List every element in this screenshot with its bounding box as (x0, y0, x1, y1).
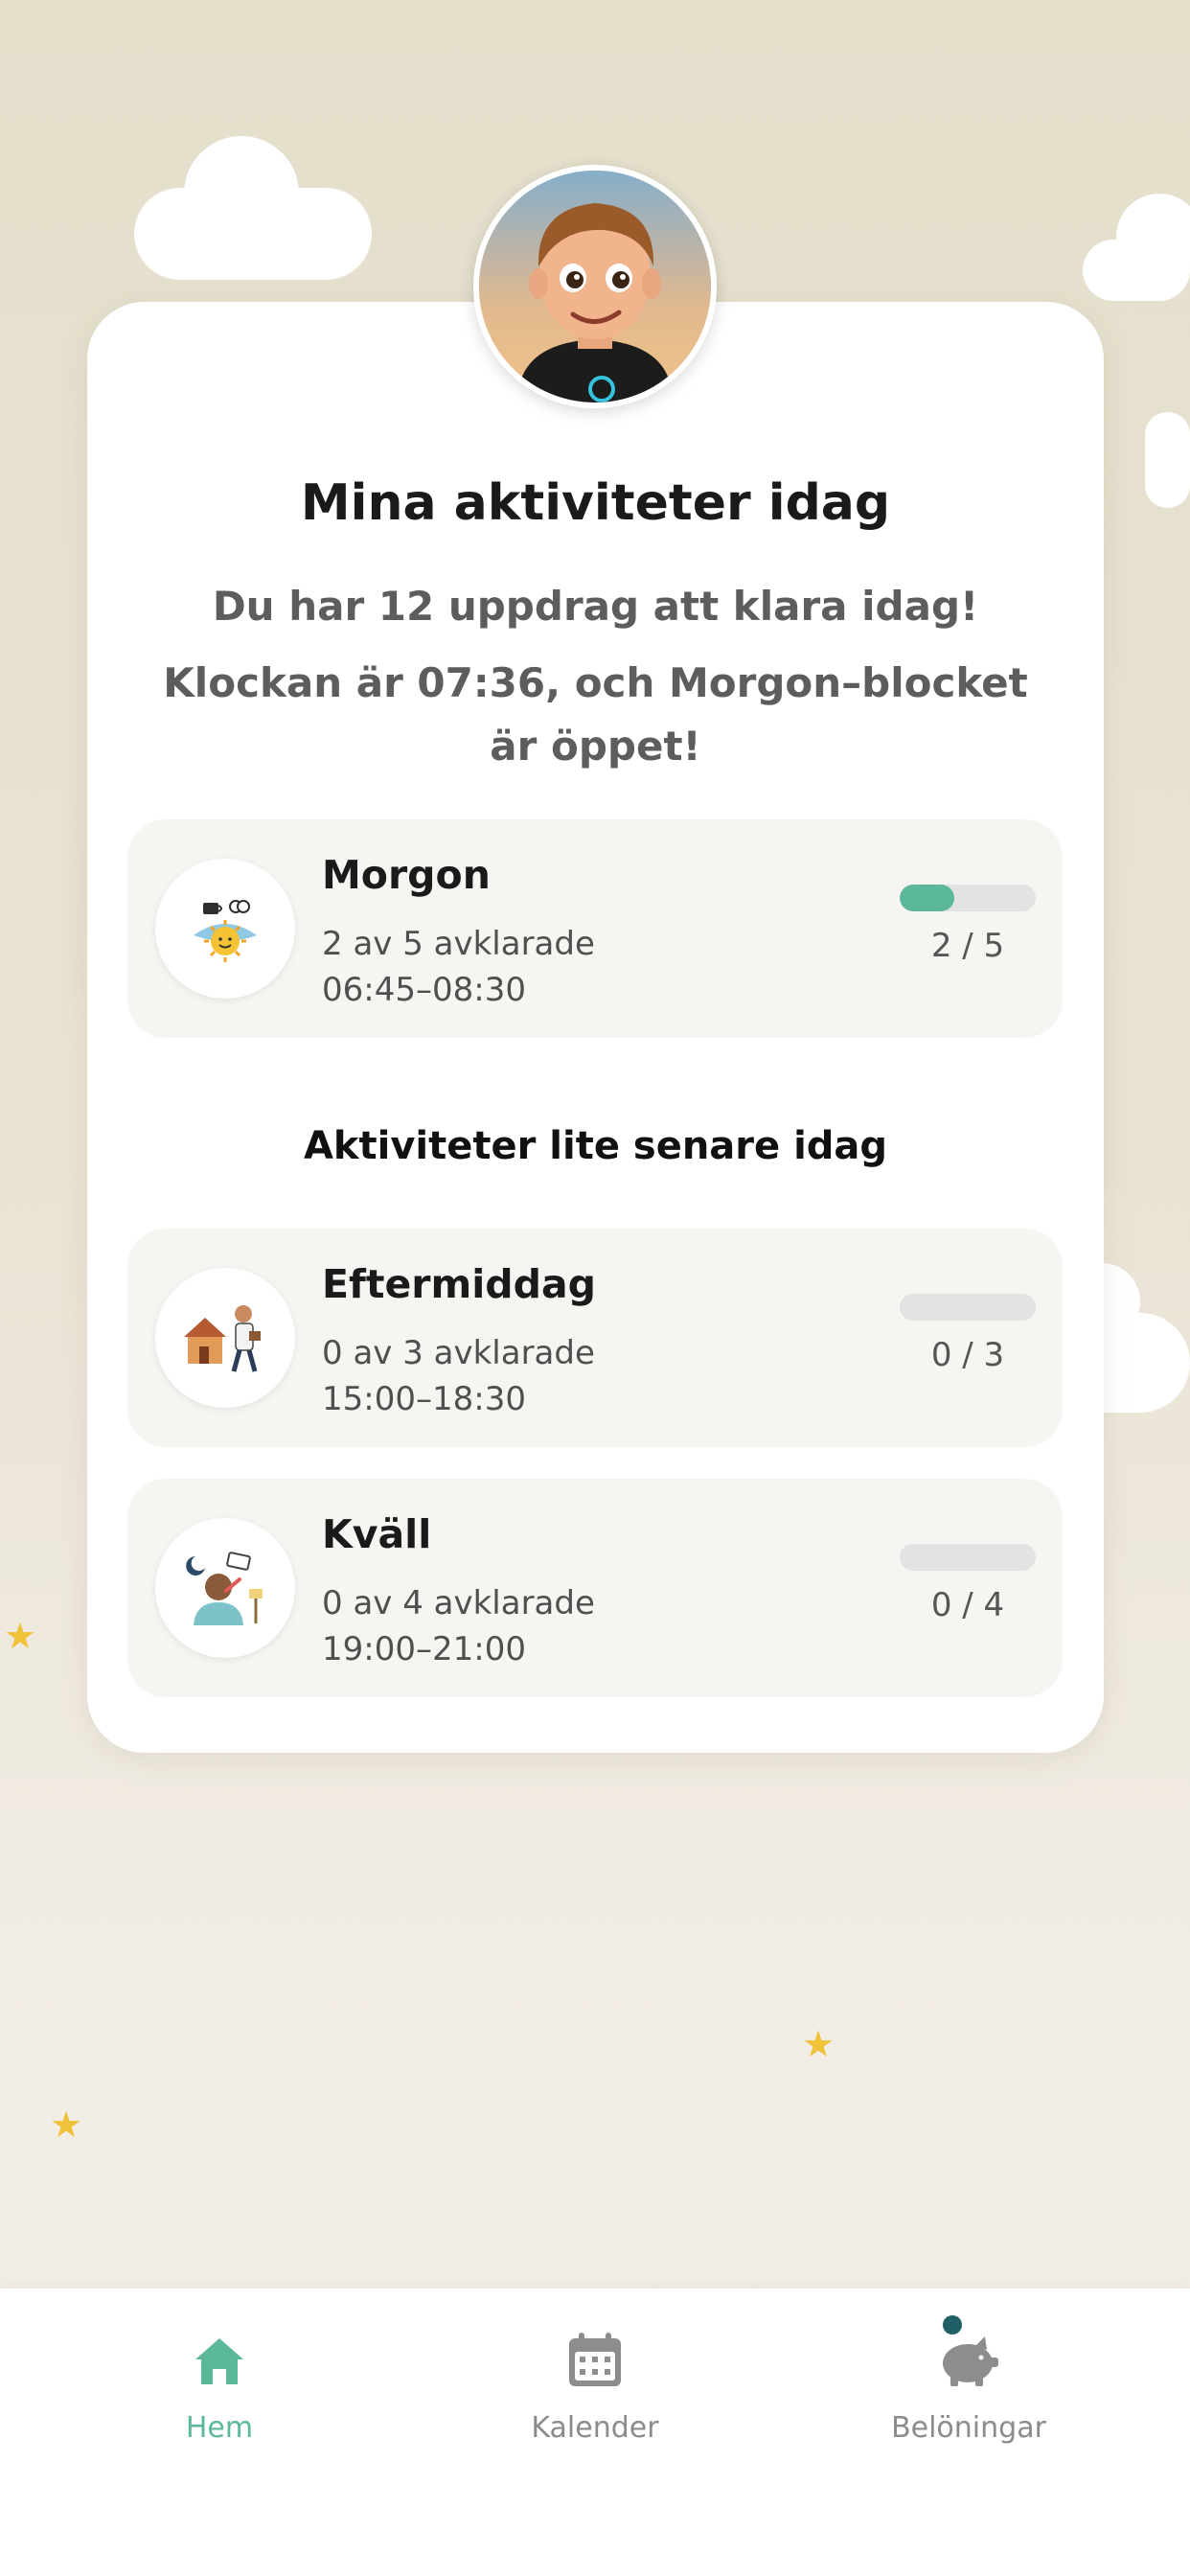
piggy-bank-icon (943, 2336, 998, 2386)
block-name: Morgon (322, 852, 491, 898)
block-progress-count: 2 / 5 (930, 927, 1005, 965)
block-progress-count: 0 / 4 (930, 1586, 1005, 1624)
tab-label: Kalender (531, 2411, 659, 2445)
star-decoration: ★ (4, 1615, 37, 1657)
afternoon-walk-icon (155, 1268, 295, 1408)
block-done-count: 0 av 4 avklarade (322, 1584, 595, 1622)
block-card-afternoon[interactable]: Eftermiddag 0 av 3 avklarade 15:00–18:30… (127, 1229, 1063, 1447)
cloud-decoration (1145, 412, 1190, 508)
tab-home[interactable]: Hem (21, 2288, 418, 2499)
block-name: Kväll (322, 1511, 432, 1557)
morning-sun-icon (155, 859, 295, 999)
block-progress-fill (900, 885, 954, 911)
calendar-icon (569, 2333, 621, 2386)
block-card-morning[interactable]: Morgon 2 av 5 avklarade 06:45–08:30 2 / … (127, 819, 1063, 1038)
block-progress-bar (900, 885, 1036, 911)
tab-label: Belöningar (891, 2411, 1046, 2445)
block-progress-bar (900, 1544, 1036, 1571)
block-progress-count: 0 / 3 (930, 1336, 1005, 1374)
bottom-tab-bar: Hem Kalender Belöningar (0, 2288, 1190, 2576)
page-title: Mina aktiviteter idag (300, 474, 891, 532)
block-card-evening[interactable]: Kväll 0 av 4 avklarade 19:00–21:00 0 / 4 (127, 1479, 1063, 1697)
block-time-range: 15:00–18:30 (322, 1380, 526, 1418)
tab-calendar[interactable]: Kalender (397, 2288, 793, 2499)
star-decoration: ★ (50, 2104, 83, 2146)
current-time-status: Klockan är 07:36, och Morgon–blocket är … (163, 659, 1028, 770)
block-name: Eftermiddag (322, 1261, 596, 1307)
later-section-title: Aktiviteter lite senare idag (303, 1124, 888, 1168)
tasks-summary: Du har 12 uppdrag att klara idag! (212, 583, 979, 630)
tab-label: Hem (185, 2411, 254, 2445)
avatar-illustration (479, 171, 711, 402)
block-time-range: 06:45–08:30 (322, 971, 526, 1009)
child-avatar[interactable] (473, 165, 717, 408)
cloud-decoration (184, 136, 299, 251)
block-done-count: 0 av 3 avklarade (322, 1334, 595, 1372)
notification-dot (943, 2315, 962, 2334)
block-time-range: 19:00–21:00 (322, 1630, 526, 1668)
home-icon (195, 2338, 243, 2384)
star-decoration: ★ (802, 2023, 835, 2065)
tab-rewards[interactable]: Belöningar (770, 2288, 1167, 2499)
block-done-count: 2 av 5 avklarade (322, 925, 595, 963)
block-progress-bar (900, 1294, 1036, 1321)
evening-toothbrush-icon (155, 1518, 295, 1658)
